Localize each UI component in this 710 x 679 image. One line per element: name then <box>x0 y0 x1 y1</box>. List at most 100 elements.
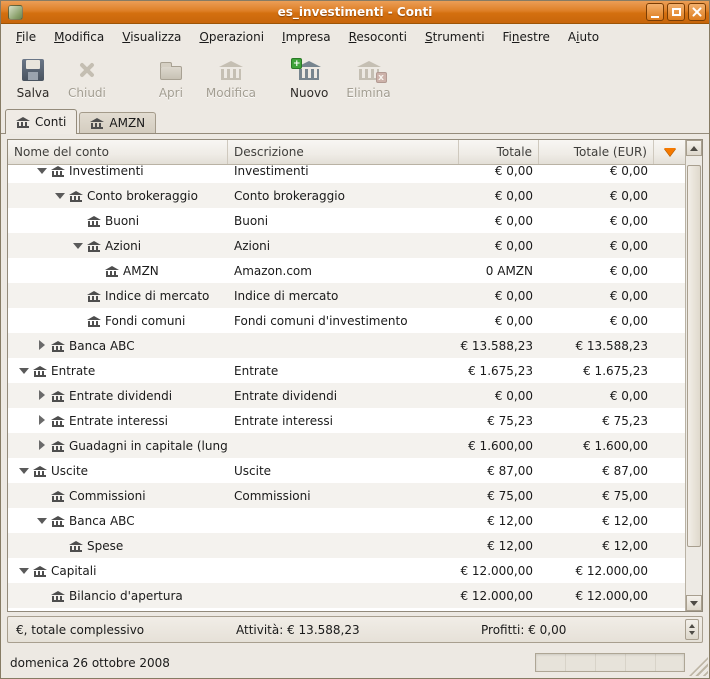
column-header-sort[interactable] <box>654 140 685 164</box>
menu-operazioni[interactable]: Operazioni <box>190 26 273 48</box>
expander-icon <box>71 313 86 328</box>
close-icon <box>692 7 702 17</box>
toolbar-salva-button[interactable]: Salva <box>7 55 59 103</box>
toolbar-button-label: Salva <box>16 86 50 100</box>
account-icon <box>51 390 65 402</box>
window-icon <box>8 4 23 20</box>
account-name: Fondi comuni <box>105 313 186 328</box>
account-total: € 12,00 <box>487 513 533 528</box>
tab-amzn[interactable]: AMZN <box>79 112 157 133</box>
toolbar-button-label: Chiudi <box>68 86 106 100</box>
expander-icon[interactable] <box>17 563 32 578</box>
account-rows: Investimenti Investimenti € 0,00 € 0,00 … <box>8 165 685 611</box>
account-icon <box>33 465 47 477</box>
account-name: Spese <box>87 538 124 553</box>
column-header-account-name[interactable]: Nome del conto <box>8 140 228 164</box>
close-button[interactable] <box>688 3 706 21</box>
summary-bar: €, totale complessivo Attività: € 13.588… <box>7 616 703 643</box>
expander-icon[interactable] <box>35 438 50 453</box>
menu-modifica[interactable]: Modifica <box>45 26 113 48</box>
table-row[interactable]: Azioni Azioni € 0,00 € 0,00 <box>8 233 685 258</box>
menu-aiuto[interactable]: Aiuto <box>559 26 608 48</box>
toolbar-modifica-button[interactable]: Modifica <box>197 55 265 103</box>
table-row[interactable]: Indice di mercato Indice di mercato € 0,… <box>8 283 685 308</box>
edit-account-icon <box>218 58 243 82</box>
column-header-total[interactable]: Totale <box>459 140 539 164</box>
expander-icon[interactable] <box>35 388 50 403</box>
expander-icon[interactable] <box>35 513 50 528</box>
summary-stepper[interactable] <box>685 619 699 640</box>
resize-grip[interactable] <box>689 657 708 676</box>
account-total: € 12.000,00 <box>460 588 533 603</box>
menu-finestre[interactable]: Finestre <box>494 26 559 48</box>
toolbar-chiudi-button[interactable]: Chiudi <box>59 55 115 103</box>
table-row[interactable]: Bilancio d'apertura € 12.000,00 € 12.000… <box>8 583 685 608</box>
table-row[interactable]: Banca ABC € 13.588,23 € 13.588,23 <box>8 333 685 358</box>
expander-icon[interactable] <box>35 413 50 428</box>
menu-resoconti[interactable]: Resoconti <box>340 26 416 48</box>
table-row[interactable]: Investimenti Investimenti € 0,00 € 0,00 <box>8 165 685 183</box>
menu-visualizza[interactable]: Visualizza <box>113 26 190 48</box>
expander-icon <box>89 263 104 278</box>
account-description: Entrate interessi <box>234 413 333 428</box>
account-name: Azioni <box>105 238 142 253</box>
tab-bar: Conti AMZN <box>1 108 709 134</box>
table-row[interactable]: Spese € 12,00 € 12,00 <box>8 533 685 558</box>
maximize-button[interactable] <box>667 3 685 21</box>
account-total-eur: € 1.675,23 <box>583 363 648 378</box>
table-row[interactable]: Guadagni in capitale (lung € 1.600,00 € … <box>8 433 685 458</box>
column-header-total-eur[interactable]: Totale (EUR) <box>539 140 654 164</box>
toolbar-nuovo-button[interactable]: + Nuovo <box>281 55 337 103</box>
table-row[interactable]: Conto brokeraggio Conto brokeraggio € 0,… <box>8 183 685 208</box>
table-row[interactable]: Capitali € 12.000,00 € 12.000,00 <box>8 558 685 583</box>
account-description: Amazon.com <box>234 263 312 278</box>
minimize-button[interactable] <box>646 3 664 21</box>
summary-profits: Profitti: € 0,00 <box>481 622 567 637</box>
table-row[interactable]: Banca ABC € 12,00 € 12,00 <box>8 508 685 533</box>
expander-icon[interactable] <box>53 188 68 203</box>
expander-icon[interactable] <box>71 238 86 253</box>
app-window: es_investimenti - Conti File Modifica Visu… <box>0 0 710 679</box>
menu-impresa[interactable]: Impresa <box>273 26 340 48</box>
table-row[interactable]: Entrate Entrate € 1.675,23 € 1.675,23 <box>8 358 685 383</box>
table-row[interactable]: Commissioni Commissioni € 75,00 € 75,00 <box>8 483 685 508</box>
menu-file[interactable]: File <box>7 26 45 48</box>
table-row[interactable]: Fondi comuni Fondi comuni d'investimento… <box>8 308 685 333</box>
tab-conti[interactable]: Conti <box>5 109 78 134</box>
tab-label: AMZN <box>109 116 146 130</box>
scroll-up-button[interactable] <box>686 140 702 156</box>
account-icon <box>87 315 101 327</box>
table-row[interactable]: Entrate dividendi Entrate dividendi € 0,… <box>8 383 685 408</box>
expander-icon[interactable] <box>35 165 50 178</box>
expander-icon[interactable] <box>35 338 50 353</box>
expander-icon[interactable] <box>17 463 32 478</box>
account-name: Indice di mercato <box>105 288 210 303</box>
vertical-scrollbar[interactable] <box>685 140 702 611</box>
new-account-icon: + <box>291 57 322 82</box>
table-row[interactable]: AMZN Amazon.com 0 AMZN € 0,00 <box>8 258 685 283</box>
account-total-eur: € 1.600,00 <box>583 438 648 453</box>
table-row[interactable]: Buoni Buoni € 0,00 € 0,00 <box>8 208 685 233</box>
account-name: Banca ABC <box>69 338 135 353</box>
table-row[interactable]: Entrate interessi Entrate interessi € 75… <box>8 408 685 433</box>
toolbar-apri-button[interactable]: Apri <box>145 55 197 103</box>
scrollbar-track[interactable] <box>686 156 702 595</box>
window-titlebar[interactable]: es_investimenti - Conti <box>1 1 709 24</box>
toolbar-elimina-button[interactable]: x Elimina <box>337 55 399 103</box>
account-total: € 0,00 <box>494 288 533 303</box>
scrollbar-thumb[interactable] <box>687 165 701 547</box>
account-total-eur: € 0,00 <box>609 263 648 278</box>
account-name: Capitali <box>51 563 97 578</box>
account-name: Uscite <box>51 463 89 478</box>
menu-strumenti[interactable]: Strumenti <box>416 26 494 48</box>
table-row[interactable]: Uscite Uscite € 87,00 € 87,00 <box>8 458 685 483</box>
expander-icon[interactable] <box>17 363 32 378</box>
account-total-eur: € 0,00 <box>609 188 648 203</box>
column-header-description[interactable]: Descrizione <box>228 140 459 164</box>
scroll-down-button[interactable] <box>686 595 702 611</box>
